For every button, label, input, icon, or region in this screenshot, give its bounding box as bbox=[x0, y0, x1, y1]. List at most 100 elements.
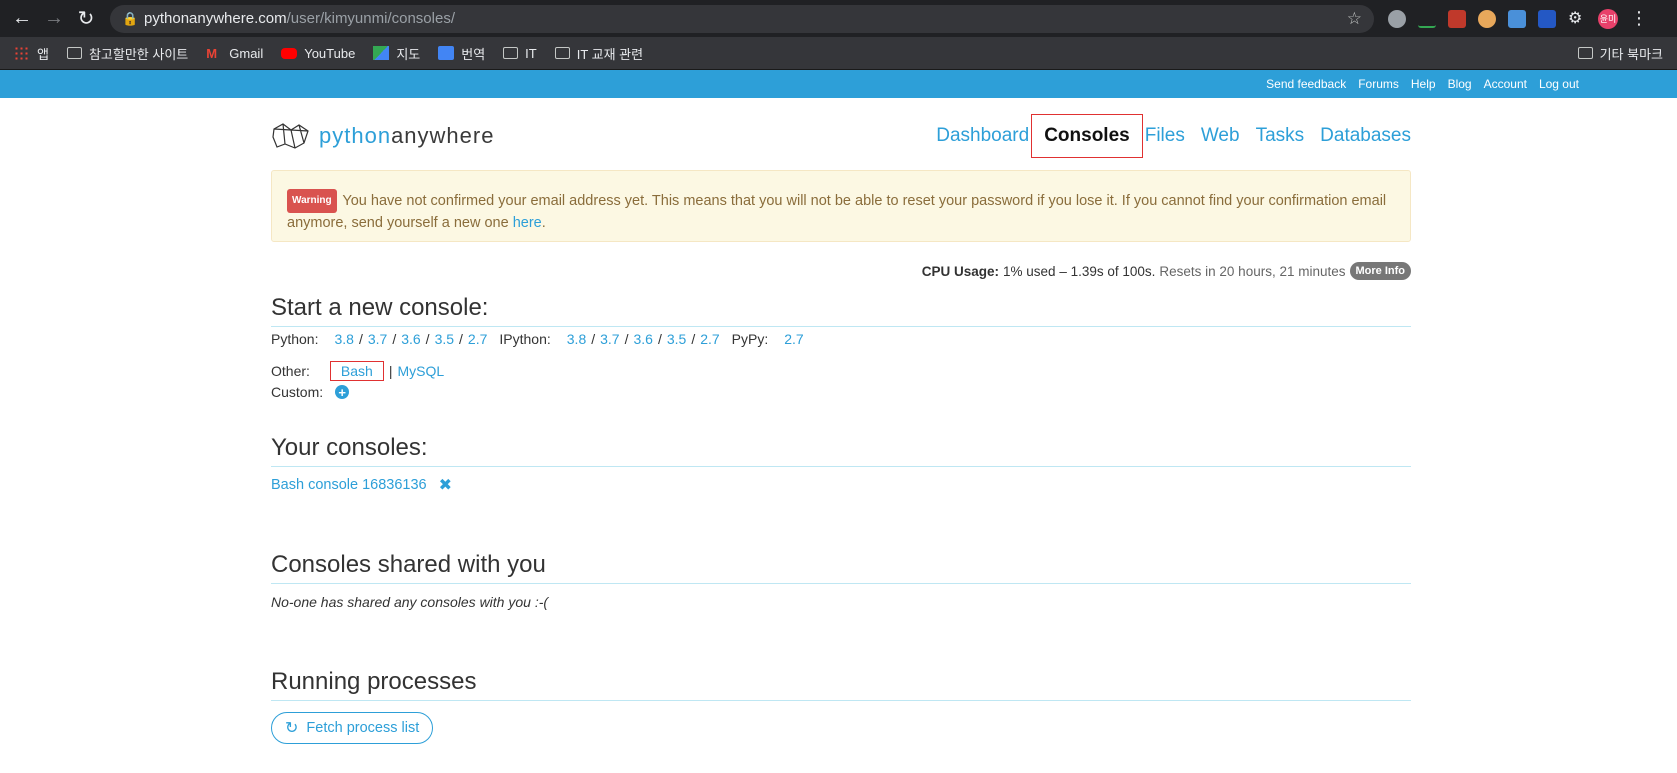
youtube-icon bbox=[281, 47, 298, 59]
blog-link[interactable]: Blog bbox=[1448, 77, 1472, 91]
bookmark-label: IT 교재 관련 bbox=[576, 46, 644, 62]
python-3.8-link[interactable]: 3.8 bbox=[334, 331, 353, 347]
python-console-row: Python: 3.8/ 3.7/ 3.6/ 3.5/ 2.7 IPython:… bbox=[271, 331, 804, 347]
account-link[interactable]: Account bbox=[1484, 77, 1527, 91]
back-icon[interactable]: ← bbox=[8, 5, 36, 33]
ipython-3.6-link[interactable]: 3.6 bbox=[633, 331, 652, 347]
cpu-reset-text: Resets in 20 hours, 21 minutes bbox=[1159, 263, 1346, 279]
ipython-3.7-link[interactable]: 3.7 bbox=[600, 331, 619, 347]
logo[interactable]: pythonanywhere bbox=[271, 121, 494, 151]
avatar[interactable]: 윤미 bbox=[1598, 8, 1618, 29]
bookmark-apps[interactable]: 앱 bbox=[14, 44, 49, 63]
separator: / bbox=[392, 331, 397, 347]
cpu-usage-label: CPU Usage: bbox=[921, 263, 1000, 279]
ipython-2.7-link[interactable]: 2.7 bbox=[700, 331, 719, 347]
pypy-2.7-link[interactable]: 2.7 bbox=[784, 331, 803, 347]
send-feedback-link[interactable]: Send feedback bbox=[1266, 77, 1346, 91]
bookmark-label: 번역 bbox=[461, 46, 486, 62]
your-consoles-title: Your consoles: bbox=[271, 434, 1411, 467]
lock-icon: 🔒 bbox=[122, 10, 139, 26]
menu-icon[interactable]: ⋮ bbox=[1630, 8, 1648, 29]
warning-text: You have not confirmed your email addres… bbox=[287, 193, 1387, 231]
reload-icon[interactable]: ↻ bbox=[72, 5, 100, 33]
extension-icon[interactable] bbox=[1418, 10, 1436, 28]
python-3.5-link[interactable]: 3.5 bbox=[435, 331, 454, 347]
running-processes-title: Running processes bbox=[271, 668, 1411, 701]
more-info-button[interactable]: More Info bbox=[1349, 262, 1411, 280]
nav-dashboard[interactable]: Dashboard bbox=[936, 125, 1029, 147]
other-label: Other: bbox=[271, 363, 310, 379]
cpu-usage-value: 1% used – 1.39s of 100s. bbox=[1003, 263, 1156, 279]
fetch-process-list-button[interactable]: ↻ Fetch process list bbox=[271, 712, 434, 744]
close-console-icon[interactable]: ✖ bbox=[439, 475, 452, 495]
mysql-console-link[interactable]: MySQL bbox=[397, 363, 444, 379]
separator: / bbox=[591, 331, 596, 347]
address-bar[interactable]: 🔒 pythonanywhere.com/user/kimyunmi/conso… bbox=[110, 4, 1374, 33]
bash-console-entry-link[interactable]: Bash console 16836136 bbox=[271, 477, 427, 493]
bash-console-link[interactable]: Bash bbox=[329, 361, 384, 381]
folder-icon bbox=[503, 47, 519, 59]
bookmark-label: IT bbox=[525, 45, 537, 61]
extensions-area: ⚙ 윤미 ⋮ bbox=[1388, 8, 1648, 29]
bookmark-gmail[interactable]: M Gmail bbox=[206, 46, 263, 62]
refresh-icon: ↻ bbox=[285, 720, 299, 737]
logout-link[interactable]: Log out bbox=[1539, 77, 1579, 91]
apps-grid-icon bbox=[14, 46, 30, 60]
help-link[interactable]: Help bbox=[1411, 77, 1436, 91]
extension-icon[interactable] bbox=[1388, 9, 1406, 28]
nav-databases[interactable]: Databases bbox=[1320, 125, 1411, 147]
nav-tasks[interactable]: Tasks bbox=[1256, 125, 1305, 147]
custom-label: Custom: bbox=[271, 384, 324, 400]
nav-files[interactable]: Files bbox=[1145, 125, 1185, 147]
ipython-3.8-link[interactable]: 3.8 bbox=[567, 331, 586, 347]
add-custom-console-icon[interactable]: + bbox=[335, 385, 350, 399]
logo-text: pythonanywhere bbox=[319, 123, 494, 149]
nav-web[interactable]: Web bbox=[1201, 125, 1240, 147]
translate-icon bbox=[438, 46, 455, 60]
forward-icon[interactable]: → bbox=[40, 5, 68, 33]
puzzle-icon[interactable]: ⚙ bbox=[1568, 10, 1586, 28]
custom-console-row: Custom: + bbox=[271, 384, 350, 400]
shared-consoles-title: Consoles shared with you bbox=[271, 551, 1411, 584]
bookmark-label: 지도 bbox=[396, 46, 421, 62]
url-path: /user/kimyunmi/consoles/ bbox=[286, 10, 455, 27]
bookmark-translate[interactable]: 번역 bbox=[438, 44, 485, 63]
email-warning-alert: Warning You have not confirmed your emai… bbox=[271, 170, 1411, 242]
python-3.6-link[interactable]: 3.6 bbox=[401, 331, 420, 347]
extension-icon[interactable] bbox=[1478, 9, 1496, 28]
bookmark-folder[interactable]: IT bbox=[503, 46, 537, 61]
logo-text-python: python bbox=[319, 123, 392, 148]
pythonanywhere-logo-icon bbox=[272, 123, 309, 149]
bookmark-other[interactable]: 기타 북마크 bbox=[1577, 44, 1663, 63]
folder-icon bbox=[554, 47, 570, 59]
bookmark-label: YouTube bbox=[304, 45, 356, 61]
bookmark-folder[interactable]: 참고할만한 사이트 bbox=[66, 44, 188, 63]
bookmark-maps[interactable]: 지도 bbox=[373, 44, 420, 63]
python-2.7-link[interactable]: 2.7 bbox=[468, 331, 487, 347]
ipython-3.5-link[interactable]: 3.5 bbox=[667, 331, 686, 347]
bookmark-star-icon[interactable]: ☆ bbox=[1347, 9, 1362, 29]
separator: / bbox=[459, 331, 463, 347]
separator: / bbox=[657, 331, 662, 347]
gmail-icon: M bbox=[206, 46, 218, 61]
separator: / bbox=[691, 331, 696, 347]
extension-icon[interactable] bbox=[1538, 9, 1556, 28]
site-topbar: Send feedback Forums Help Blog Account L… bbox=[0, 70, 1677, 98]
folder-icon bbox=[66, 47, 82, 59]
bookmark-youtube[interactable]: YouTube bbox=[281, 46, 355, 61]
fetch-process-list-label: Fetch process list bbox=[306, 720, 420, 736]
other-console-row: Other: Bash | MySQL bbox=[271, 361, 444, 381]
forums-link[interactable]: Forums bbox=[1358, 77, 1399, 91]
url-host: pythonanywhere.com bbox=[144, 10, 287, 27]
bookmark-label: 기타 북마크 bbox=[1599, 46, 1663, 62]
extension-icon[interactable] bbox=[1508, 9, 1526, 28]
bookmark-folder[interactable]: IT 교재 관련 bbox=[554, 44, 644, 63]
extension-icon[interactable] bbox=[1448, 9, 1466, 28]
main-nav: Dashboard Consoles Files Web Tasks Datab… bbox=[936, 114, 1411, 158]
browser-toolbar: ← → ↻ 🔒 pythonanywhere.com/user/kimyunmi… bbox=[0, 0, 1677, 37]
resend-email-link[interactable]: here bbox=[513, 215, 542, 231]
logo-text-anywhere: anywhere bbox=[391, 123, 495, 148]
pipe-separator: | bbox=[388, 363, 393, 379]
nav-consoles[interactable]: Consoles bbox=[1031, 114, 1143, 158]
python-3.7-link[interactable]: 3.7 bbox=[368, 331, 387, 347]
